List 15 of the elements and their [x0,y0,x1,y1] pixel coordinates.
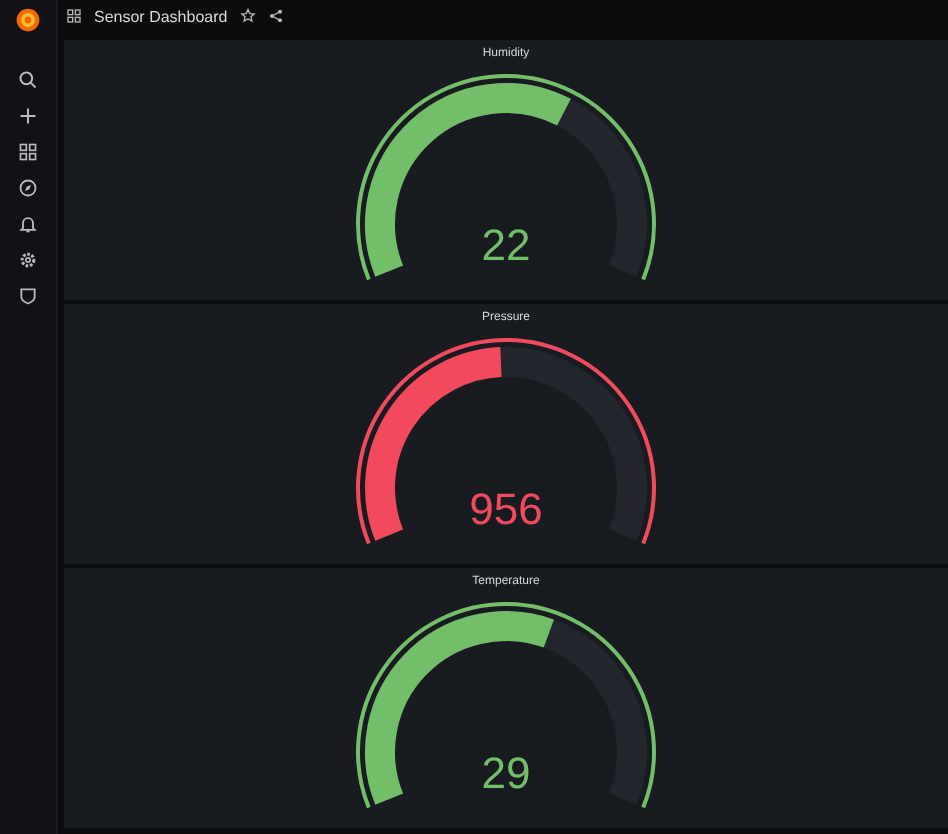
logo-icon[interactable] [14,6,42,34]
gear-icon[interactable] [18,250,38,270]
gauge-value: 22 [481,224,531,268]
gauge-value: 29 [481,752,531,796]
shield-icon[interactable] [18,286,38,306]
share-icon[interactable] [267,8,284,24]
grid-icon [66,8,82,24]
dashboard-title[interactable]: Sensor Dashboard [94,7,228,25]
grid-icon[interactable] [18,142,38,162]
gauge-value: 956 [469,488,543,532]
star-icon[interactable] [239,8,256,24]
plus-icon[interactable] [18,106,38,126]
compass-icon[interactable] [18,178,38,198]
search-icon[interactable] [18,70,38,90]
bell-icon[interactable] [18,214,38,234]
